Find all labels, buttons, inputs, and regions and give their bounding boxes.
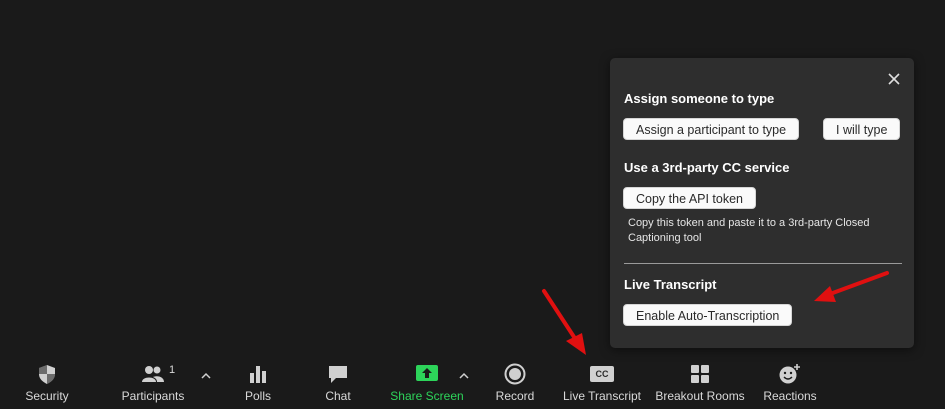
share-screen-icon — [414, 363, 440, 385]
shield-icon — [34, 363, 60, 385]
polls-icon — [245, 363, 271, 385]
meeting-toolbar: Security 1 Participants Polls Chat Share… — [0, 355, 945, 409]
breakout-rooms-button[interactable]: Breakout Rooms — [652, 355, 748, 409]
chat-icon — [325, 363, 351, 385]
live-transcript-label: Live Transcript — [562, 389, 642, 403]
security-button[interactable]: Security — [17, 355, 77, 409]
assign-participant-button[interactable]: Assign a participant to type — [623, 118, 800, 140]
participants-icon — [140, 363, 166, 385]
live-transcript-button[interactable]: CC Live Transcript — [560, 355, 644, 409]
divider — [624, 263, 902, 264]
breakout-rooms-icon — [687, 363, 713, 385]
share-screen-button[interactable]: Share Screen — [388, 355, 466, 409]
breakout-rooms-label: Breakout Rooms — [655, 389, 745, 403]
cc-service-heading: Use a 3rd-party CC service — [624, 160, 790, 175]
reactions-icon — [777, 363, 803, 385]
share-options-chevron-up-icon[interactable] — [459, 367, 469, 379]
enable-auto-transcription-button[interactable]: Enable Auto-Transcription — [623, 304, 793, 326]
chat-button[interactable]: Chat — [313, 355, 363, 409]
share-screen-label: Share Screen — [390, 389, 464, 403]
security-label: Security — [25, 389, 69, 403]
record-icon — [502, 363, 528, 385]
cc-icon: CC — [589, 363, 615, 385]
record-button[interactable]: Record — [490, 355, 540, 409]
i-will-type-button[interactable]: I will type — [823, 118, 901, 140]
reactions-label: Reactions — [763, 389, 817, 403]
assign-heading: Assign someone to type — [624, 91, 775, 106]
polls-label: Polls — [244, 389, 271, 403]
participants-button[interactable]: 1 Participants — [118, 355, 188, 409]
participants-options-chevron-up-icon[interactable] — [201, 367, 211, 379]
chat-label: Chat — [325, 389, 351, 403]
cc-badge-text: CC — [595, 369, 609, 379]
participants-count: 1 — [169, 364, 176, 376]
live-transcript-heading: Live Transcript — [624, 277, 717, 292]
polls-button[interactable]: Polls — [233, 355, 283, 409]
reactions-button[interactable]: Reactions — [760, 355, 820, 409]
copy-api-token-button[interactable]: Copy the API token — [623, 187, 757, 209]
record-label: Record — [495, 389, 535, 403]
copy-token-description: Copy this token and paste it to a 3rd-pa… — [628, 217, 870, 244]
participants-label: Participants — [121, 389, 185, 403]
live-transcript-popup: Assign someone to type Assign a particip… — [610, 58, 914, 348]
close-icon[interactable] — [886, 71, 902, 87]
